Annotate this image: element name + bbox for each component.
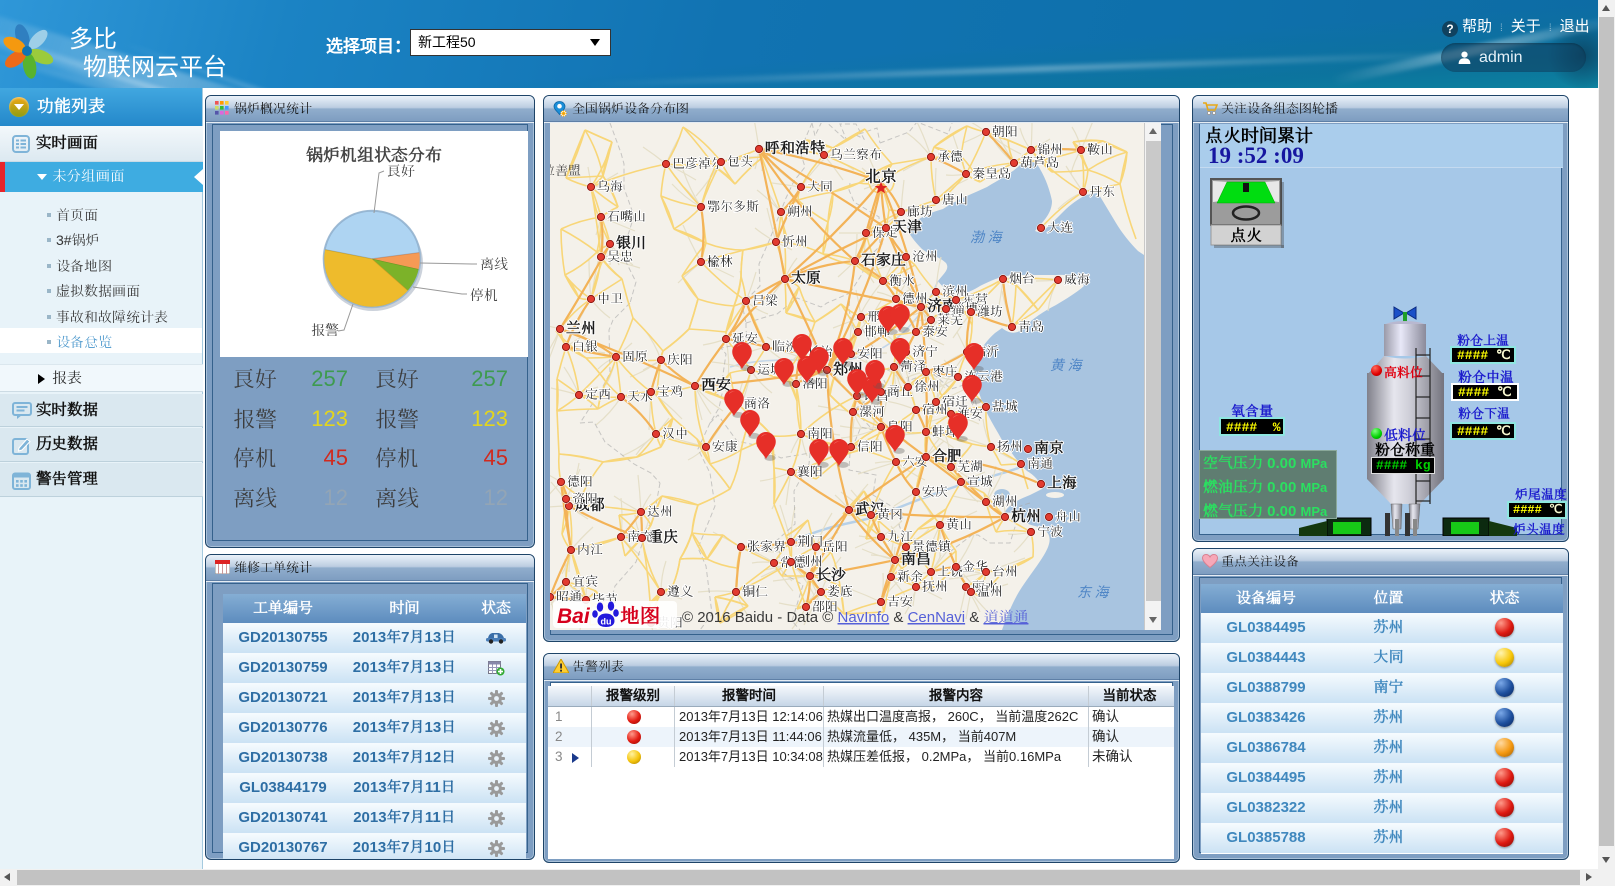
svg-text:忻州: 忻州 (782, 234, 808, 249)
svg-text:景德镇: 景德镇 (912, 539, 951, 554)
svg-text:黄山: 黄山 (946, 517, 972, 532)
svg-text:新余: 新余 (897, 569, 923, 584)
svg-text:南通: 南通 (1027, 456, 1053, 471)
svg-text:上海: 上海 (1047, 474, 1077, 492)
svg-text:离线: 离线 (480, 256, 508, 272)
svg-text:吴忠: 吴忠 (607, 249, 633, 264)
svg-text:舟山: 舟山 (1055, 509, 1081, 524)
svg-text:烟台: 烟台 (1009, 271, 1035, 286)
svg-text:良好: 良好 (387, 163, 415, 179)
svg-text:© 2016 Baidu - Data © NavInfo: © 2016 Baidu - Data © NavInfo & CenNavi … (682, 609, 1028, 626)
svg-text:中卫: 中卫 (597, 291, 623, 306)
svg-text:抚州: 抚州 (922, 579, 948, 594)
svg-text:铜仁: 铜仁 (742, 584, 768, 599)
svg-text:沧州: 沧州 (912, 249, 938, 264)
svg-text:安庆: 安庆 (922, 484, 948, 499)
svg-text:张家界: 张家界 (747, 539, 786, 554)
svg-text:秦皇岛: 秦皇岛 (972, 166, 1011, 181)
svg-text:锅炉机组状态分布: 锅炉机组状态分布 (306, 145, 442, 165)
svg-text:娄底: 娄底 (827, 584, 853, 599)
svg-text:南京: 南京 (1034, 440, 1064, 457)
svg-text:承德: 承德 (937, 149, 963, 164)
svg-text:湖州: 湖州 (992, 494, 1018, 509)
svg-text:温州: 温州 (977, 584, 1003, 599)
svg-text:商洛: 商洛 (744, 396, 770, 411)
svg-text:巴彦淖尔: 巴彦淖尔 (672, 156, 724, 171)
svg-text:拉善盟: 拉善盟 (550, 163, 581, 178)
svg-text:漯河: 漯河 (859, 404, 885, 419)
svg-text:汉中: 汉中 (662, 426, 688, 441)
svg-text:大连: 大连 (1047, 220, 1073, 235)
svg-text:鄂尔多斯: 鄂尔多斯 (707, 199, 759, 214)
svg-text:庆阳: 庆阳 (667, 352, 693, 367)
svg-text:宣城: 宣城 (967, 474, 993, 489)
svg-text:包头: 包头 (727, 154, 753, 169)
svg-text:泰安: 泰安 (922, 324, 948, 339)
svg-text:朝阳: 朝阳 (992, 124, 1018, 139)
svg-text:安阳: 安阳 (857, 346, 883, 361)
svg-text:石嘴山: 石嘴山 (607, 209, 646, 224)
svg-text:杭州: 杭州 (1011, 507, 1041, 525)
svg-text:达州: 达州 (647, 504, 673, 519)
svg-text:扬州: 扬州 (997, 439, 1023, 454)
svg-text:鞍山: 鞍山 (1087, 142, 1113, 157)
svg-text:渤 海: 渤 海 (970, 230, 1003, 246)
svg-text:岳阳: 岳阳 (822, 539, 848, 554)
svg-text:朔州: 朔州 (787, 204, 813, 219)
svg-text:信阳: 信阳 (857, 439, 883, 454)
svg-text:潍坊: 潍坊 (977, 304, 1003, 319)
svg-text:葫芦岛: 葫芦岛 (1020, 155, 1059, 170)
svg-text:呼和浩特: 呼和浩特 (765, 139, 825, 157)
svg-text:吕梁: 吕梁 (752, 293, 778, 308)
svg-text:丹东: 丹东 (1089, 184, 1115, 199)
svg-text:Bai: Bai (557, 605, 591, 628)
svg-text:报警: 报警 (311, 322, 339, 338)
svg-text:白银: 白银 (572, 339, 598, 354)
svg-text:青岛: 青岛 (1018, 319, 1044, 334)
svg-text:太原: 太原 (791, 270, 821, 287)
svg-text:芜湖: 芜湖 (957, 459, 983, 474)
svg-text:兰州: 兰州 (566, 320, 596, 337)
svg-text:固原: 固原 (622, 349, 648, 364)
svg-text:内江: 内江 (577, 542, 603, 557)
svg-text:德阳: 德阳 (567, 474, 593, 489)
svg-text:黄冈: 黄冈 (877, 507, 903, 522)
svg-text:台州: 台州 (992, 564, 1018, 579)
svg-text:宁波: 宁波 (1037, 524, 1063, 539)
svg-text:廊坊: 廊坊 (907, 204, 933, 219)
svg-text:徐州: 徐州 (914, 379, 940, 394)
svg-text:九江: 九江 (887, 529, 913, 544)
svg-text:唐山: 唐山 (942, 192, 968, 207)
svg-text:乌海: 乌海 (597, 179, 623, 194)
svg-text:石家庄: 石家庄 (861, 252, 906, 269)
svg-text:遵义: 遵义 (667, 584, 693, 599)
svg-text:威海: 威海 (1064, 272, 1090, 287)
svg-text:宜宾: 宜宾 (572, 574, 598, 589)
svg-text:衡水: 衡水 (889, 273, 915, 288)
svg-text:东 海: 东 海 (1077, 585, 1111, 601)
svg-text:du: du (601, 617, 612, 627)
svg-text:地图: 地图 (620, 605, 660, 628)
svg-text:大同: 大同 (807, 179, 833, 194)
svg-text:宝鸡: 宝鸡 (657, 384, 683, 399)
svg-text:资阳: 资阳 (572, 491, 598, 506)
svg-text:点火: 点火 (1230, 227, 1262, 245)
svg-text:安康: 安康 (712, 439, 738, 454)
svg-text:吉安: 吉安 (887, 594, 913, 609)
svg-text:黄 海: 黄 海 (1050, 358, 1084, 374)
svg-text:盐城: 盐城 (992, 399, 1018, 414)
svg-text:南阳: 南阳 (807, 426, 833, 441)
svg-text:停机: 停机 (470, 287, 498, 303)
svg-text:济宁: 济宁 (912, 344, 938, 359)
svg-text:西安: 西安 (701, 377, 731, 394)
svg-text:定西: 定西 (585, 387, 611, 402)
svg-text:长沙: 长沙 (816, 567, 846, 584)
svg-text:乌兰察布: 乌兰察布 (830, 147, 882, 162)
svg-text:榆林: 榆林 (707, 254, 733, 269)
